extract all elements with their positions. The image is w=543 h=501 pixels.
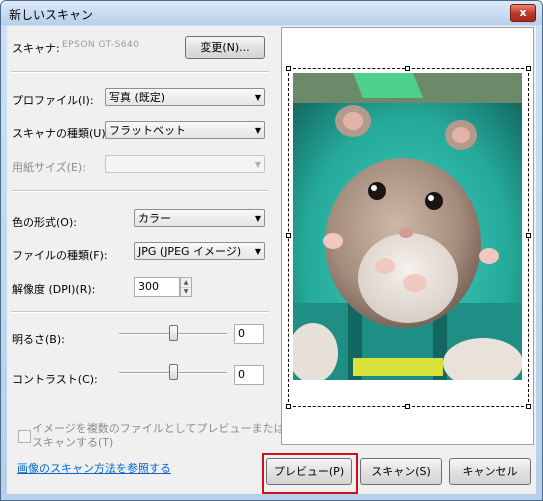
- paper-size-label: 用紙サイズ(E):: [12, 161, 86, 174]
- help-link[interactable]: 画像のスキャン方法を参照する: [17, 460, 171, 476]
- multi-file-label-line2: スキャンする(T): [32, 436, 114, 449]
- color-format-label: 色の形式(O):: [12, 216, 77, 229]
- window-title: 新しいスキャン: [9, 8, 94, 22]
- contrast-input[interactable]: 0: [234, 365, 264, 385]
- resize-handle[interactable]: [526, 66, 531, 71]
- source-label: スキャナの種類(U):: [12, 127, 110, 140]
- file-type-select[interactable]: JPG (JPEG イメージ) ▼: [134, 242, 265, 260]
- contrast-label: コントラスト(C):: [12, 373, 98, 386]
- preview-button[interactable]: プレビュー(P): [266, 458, 352, 485]
- change-scanner-button[interactable]: 変更(N)...: [185, 36, 265, 59]
- chevron-down-icon: ▼: [254, 214, 261, 223]
- resize-handle[interactable]: [286, 233, 291, 238]
- cancel-button[interactable]: キャンセル: [449, 458, 531, 485]
- scanner-label: スキャナ:: [12, 42, 60, 55]
- file-type-label: ファイルの種類(F):: [12, 249, 108, 262]
- brightness-label: 明るさ(B):: [12, 333, 65, 346]
- separator: [11, 71, 269, 73]
- brightness-slider-thumb[interactable]: [168, 325, 178, 341]
- chevron-down-icon: ▼: [254, 126, 261, 135]
- resize-handle[interactable]: [286, 404, 291, 409]
- separator: [11, 311, 269, 313]
- chevron-down-icon: ▼: [254, 93, 261, 102]
- resize-handle[interactable]: [405, 66, 410, 71]
- resolution-input[interactable]: 300: [134, 277, 180, 297]
- resolution-label: 解像度 (DPI)(R):: [12, 283, 96, 296]
- title-bar[interactable]: 新しいスキャン x: [1, 1, 542, 25]
- resolution-stepper[interactable]: ▲ ▼: [180, 277, 192, 297]
- scan-dialog-window: 新しいスキャン x スキャナ: EPSON GT-S640 変更(N)... プ…: [0, 0, 543, 501]
- dialog-body: スキャナ: EPSON GT-S640 変更(N)... プロファイル(I): …: [7, 26, 536, 494]
- multi-file-checkbox[interactable]: [18, 430, 31, 443]
- contrast-slider-thumb[interactable]: [168, 364, 178, 380]
- file-type-value: JPG (JPEG イメージ): [138, 245, 242, 258]
- separator: [11, 190, 269, 192]
- chevron-down-icon: ▼: [254, 247, 261, 256]
- color-format-select[interactable]: カラー ▼: [134, 209, 265, 227]
- close-icon[interactable]: x: [510, 4, 536, 22]
- scan-button[interactable]: スキャン(S): [360, 458, 442, 485]
- brightness-input[interactable]: 0: [234, 324, 264, 344]
- profile-label: プロファイル(I):: [12, 94, 94, 107]
- chevron-down-icon: ▼: [254, 160, 261, 169]
- preview-pane: [281, 27, 534, 445]
- source-value: フラットベット: [109, 124, 186, 137]
- resize-handle[interactable]: [405, 404, 410, 409]
- source-select[interactable]: フラットベット ▼: [105, 121, 265, 139]
- resize-handle[interactable]: [526, 233, 531, 238]
- resize-handle[interactable]: [286, 66, 291, 71]
- paper-size-select: ▼: [105, 155, 265, 173]
- selection-rectangle[interactable]: [286, 66, 531, 409]
- spin-down-icon[interactable]: ▼: [181, 287, 191, 296]
- resize-handle[interactable]: [526, 404, 531, 409]
- profile-value: 写真 (既定): [109, 91, 166, 104]
- color-format-value: カラー: [138, 212, 171, 225]
- profile-select[interactable]: 写真 (既定) ▼: [105, 88, 265, 106]
- scanner-name: EPSON GT-S640: [62, 40, 140, 50]
